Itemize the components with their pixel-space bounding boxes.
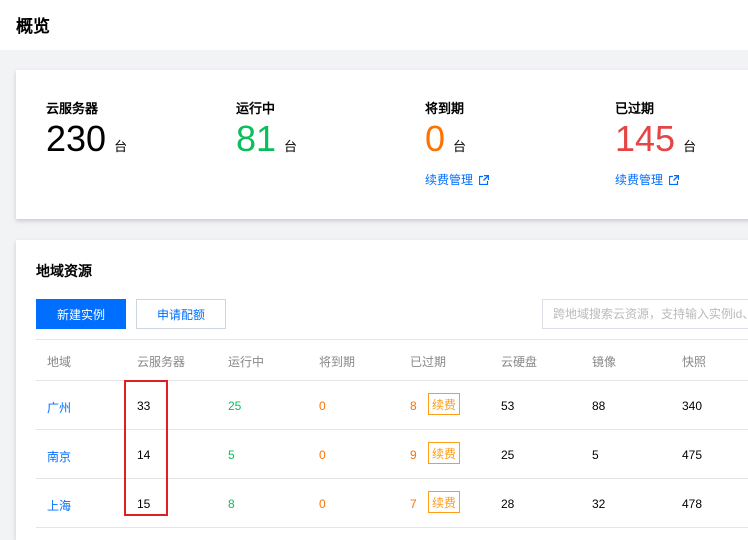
- stat-total-servers: 云服务器 230 台: [46, 98, 127, 159]
- stat-expired: 已过期 145 台 续费管理: [615, 98, 696, 188]
- col-header-expired: 已过期: [410, 355, 447, 369]
- stat-value: 145: [615, 118, 676, 159]
- snapshots-count: 340: [682, 399, 703, 413]
- region-link[interactable]: 上海: [47, 497, 71, 514]
- renew-button[interactable]: 续费: [428, 491, 461, 513]
- stat-unit: 台: [114, 139, 128, 154]
- stat-label: 将到期: [425, 101, 465, 116]
- disks-count: 28: [501, 497, 515, 511]
- renew-button[interactable]: 续费: [428, 393, 461, 415]
- servers-column-highlight: [124, 380, 168, 516]
- page-title: 概览: [16, 17, 50, 36]
- stat-value: 0: [425, 118, 446, 159]
- renew-management-link[interactable]: 续费管理: [425, 171, 490, 188]
- stat-value: 230: [46, 118, 107, 159]
- col-header-running: 运行中: [228, 355, 265, 369]
- expiring-count: 0: [319, 399, 326, 413]
- renew-button[interactable]: 续费: [428, 442, 461, 464]
- col-header-images: 镜像: [592, 355, 617, 369]
- table-header: 地域 云服务器 运行中 将到期 已过期 云硬盘 镜像 快照: [36, 340, 748, 381]
- stat-label: 云服务器: [46, 101, 99, 116]
- expired-count: 7: [410, 497, 417, 511]
- images-count: 88: [592, 399, 606, 413]
- page-header: 概览: [0, 0, 748, 50]
- stat-running: 运行中 81 台: [236, 98, 297, 159]
- section-title: 地域资源: [36, 263, 92, 279]
- running-count: 5: [228, 448, 235, 462]
- col-header-expiring: 将到期: [319, 355, 356, 369]
- stat-unit: 台: [683, 139, 697, 154]
- col-header-servers: 云服务器: [137, 355, 186, 369]
- snapshots-count: 478: [682, 497, 703, 511]
- stat-value: 81: [236, 118, 277, 159]
- expiring-count: 0: [319, 448, 326, 462]
- stat-label: 已过期: [615, 101, 655, 116]
- renew-management-label: 续费管理: [615, 173, 664, 187]
- external-link-icon: [479, 174, 490, 185]
- images-count: 5: [592, 448, 599, 462]
- stat-unit: 台: [284, 139, 298, 154]
- expired-count: 9: [410, 448, 417, 462]
- overview-card: 云服务器 230 台 运行中 81 台 将到期 0 台 续费管理 已过期 145…: [16, 70, 748, 219]
- expired-count: 8: [410, 399, 417, 413]
- expiring-count: 0: [319, 497, 326, 511]
- stat-label: 运行中: [236, 101, 276, 116]
- apply-quota-button[interactable]: 申请配额: [136, 299, 226, 329]
- stat-expiring: 将到期 0 台 续费管理: [425, 98, 490, 188]
- col-header-snapshots: 快照: [682, 355, 707, 369]
- renew-management-label: 续费管理: [425, 173, 474, 187]
- region-link[interactable]: 广州: [47, 399, 71, 416]
- col-header-region: 地域: [47, 355, 72, 369]
- search-input[interactable]: [542, 299, 748, 329]
- col-header-disks: 云硬盘: [501, 355, 538, 369]
- disks-count: 25: [501, 448, 515, 462]
- images-count: 32: [592, 497, 606, 511]
- new-instance-button[interactable]: 新建实例: [36, 299, 126, 329]
- region-link[interactable]: 南京: [47, 448, 71, 465]
- renew-management-link[interactable]: 续费管理: [615, 171, 696, 188]
- stat-unit: 台: [453, 139, 467, 154]
- running-count: 8: [228, 497, 235, 511]
- snapshots-count: 475: [682, 448, 703, 462]
- running-count: 25: [228, 399, 242, 413]
- disks-count: 53: [501, 399, 515, 413]
- external-link-icon: [669, 174, 680, 185]
